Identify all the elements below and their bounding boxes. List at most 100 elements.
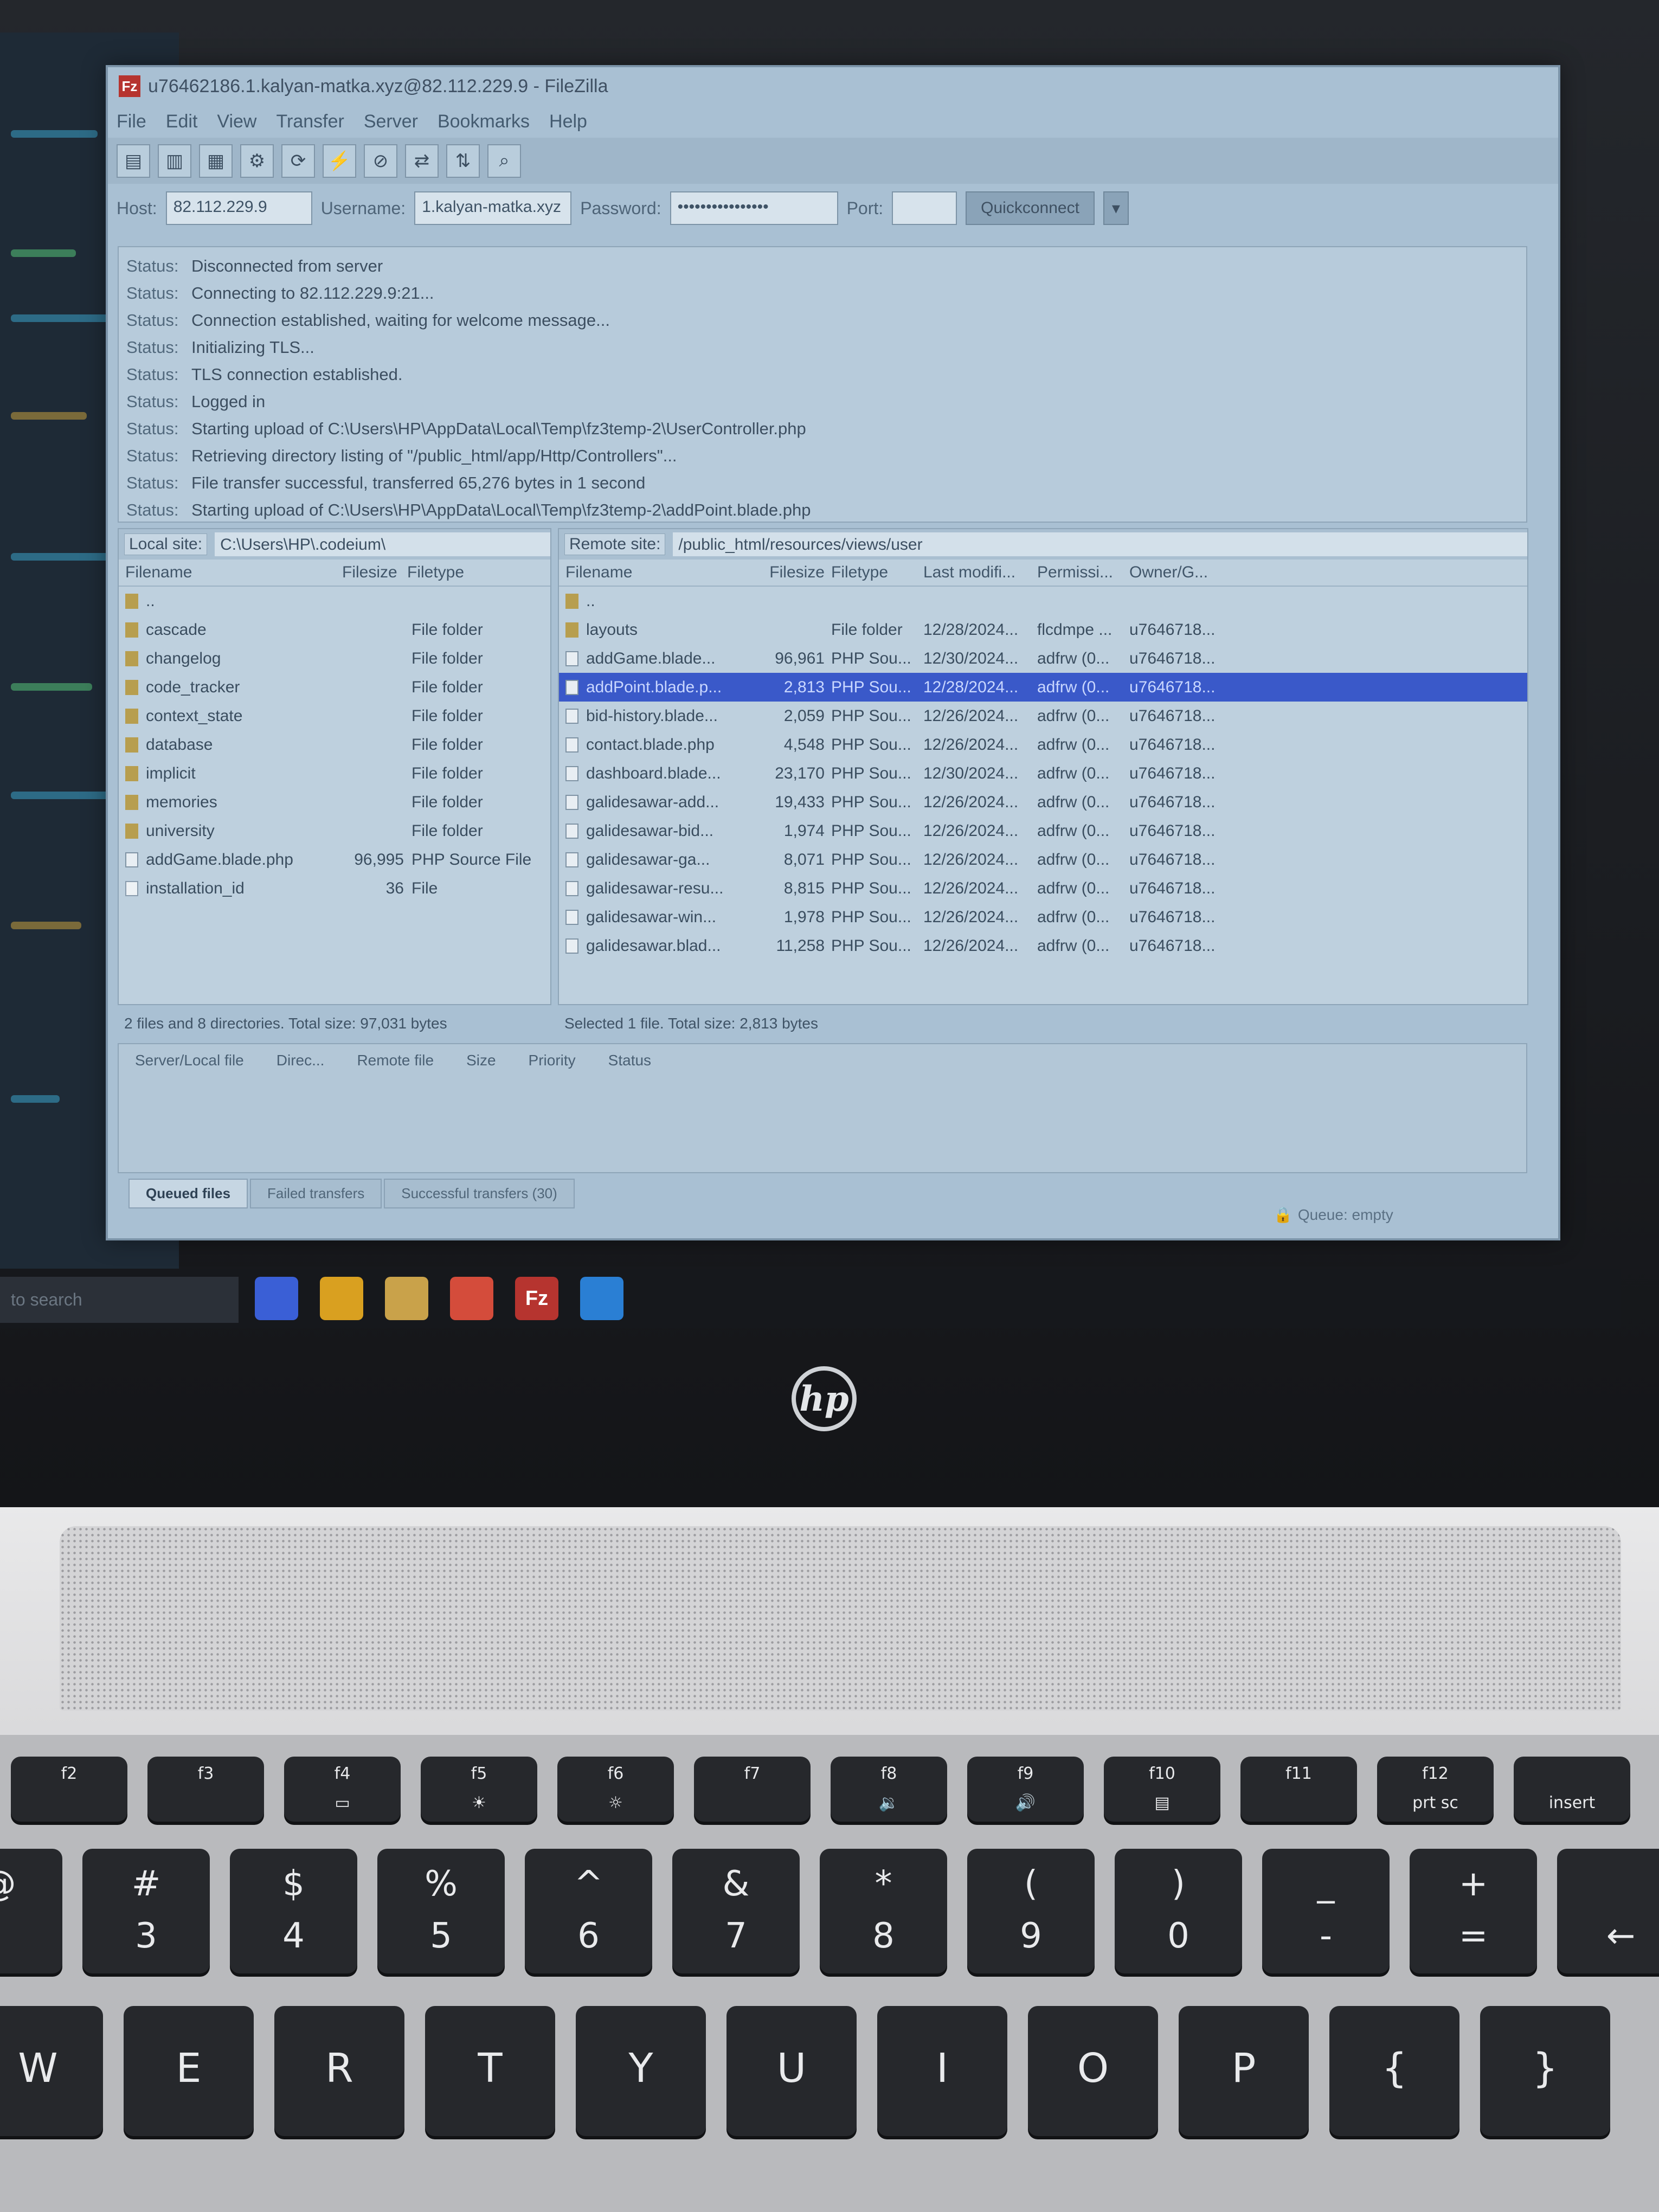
queue-col-header[interactable]: Server/Local file xyxy=(135,1052,244,1069)
remote-col-owner[interactable]: Owner/G... xyxy=(1129,563,1221,582)
fn-key[interactable]: f6 ☼ xyxy=(557,1757,674,1822)
remote-file-row[interactable]: galidesawar.blad... 11,258 PHP Sou... 12/26… xyxy=(559,931,1527,960)
letter-key[interactable]: Y xyxy=(576,2006,706,2136)
number-key[interactable]: (9 xyxy=(967,1849,1095,1973)
letter-key[interactable]: } xyxy=(1480,2006,1610,2136)
letter-key[interactable]: U xyxy=(726,2006,857,2136)
local-col-filetype[interactable]: Filetype xyxy=(407,563,537,582)
letter-key[interactable]: O xyxy=(1028,2006,1158,2136)
letter-key[interactable]: I xyxy=(877,2006,1007,2136)
local-file-row[interactable]: cascade File folder xyxy=(119,615,550,644)
fn-key[interactable]: f8 🔉 xyxy=(831,1757,947,1822)
number-key[interactable]: _ - xyxy=(1262,1849,1390,1973)
remote-file-row[interactable]: dashboard.blade... 23,170 PHP Sou... 12/30/… xyxy=(559,759,1527,788)
letter-key[interactable]: R xyxy=(274,2006,404,2136)
menu-view[interactable]: View xyxy=(217,111,256,132)
chrome-icon[interactable] xyxy=(320,1277,363,1320)
local-file-row[interactable]: university File folder xyxy=(119,816,550,845)
queue-col-header[interactable]: Priority xyxy=(529,1052,576,1069)
local-file-row[interactable]: .. xyxy=(119,587,550,615)
letter-key[interactable]: { xyxy=(1329,2006,1459,2136)
number-key[interactable]: $4 xyxy=(230,1849,357,1973)
fn-key[interactable]: f3 xyxy=(147,1757,264,1822)
remote-file-row[interactable]: layouts File folder 12/28/2024... flcdmpe .… xyxy=(559,615,1527,644)
number-key[interactable]: #3 xyxy=(82,1849,210,1973)
remote-file-row[interactable]: galidesawar-add... 19,433 PHP Sou... 12/26/… xyxy=(559,788,1527,816)
disconnect-icon[interactable]: ⟳ xyxy=(281,144,315,178)
vscode-icon[interactable] xyxy=(580,1277,623,1320)
filter-icon[interactable]: ⊘ xyxy=(364,144,397,178)
menu-server[interactable]: Server xyxy=(364,111,418,132)
menu-transfer[interactable]: Transfer xyxy=(276,111,344,132)
local-file-row[interactable]: memories File folder xyxy=(119,788,550,816)
port-input[interactable] xyxy=(892,191,957,225)
fn-key[interactable]: f2 xyxy=(11,1757,127,1822)
number-key[interactable]: ^ 6 xyxy=(525,1849,652,1973)
menu-file[interactable]: File xyxy=(117,111,146,132)
host-input[interactable]: 82.112.229.9 xyxy=(165,191,312,225)
queue-col-header[interactable]: Remote file xyxy=(357,1052,434,1069)
local-path-input[interactable]: C:\Users\HP\.codeium\ xyxy=(215,532,550,556)
chrome-profile-icon[interactable] xyxy=(450,1277,493,1320)
queue-tab[interactable]: Queued files xyxy=(128,1179,248,1208)
remote-file-row[interactable]: galidesawar-ga... 8,071 PHP Sou... 12/26/20… xyxy=(559,845,1527,874)
sync-browse-icon[interactable]: ⇅ xyxy=(446,144,480,178)
remote-file-row[interactable]: galidesawar-bid... 1,974 PHP Sou... 12/26/2… xyxy=(559,816,1527,845)
search-icon[interactable]: ⌕ xyxy=(487,144,521,178)
menu-bookmarks[interactable]: Bookmarks xyxy=(438,111,530,132)
fn-key[interactable]: f12 prt sc xyxy=(1377,1757,1494,1822)
fn-key[interactable]: insert xyxy=(1514,1757,1630,1822)
quickconnect-dropdown-icon[interactable]: ▾ xyxy=(1103,191,1129,225)
letter-key[interactable]: E xyxy=(124,2006,254,2136)
remote-path-input[interactable]: /public_html/resources/views/user xyxy=(673,532,1527,556)
remote-file-row[interactable]: galidesawar-resu... 8,815 PHP Sou... 12/26/… xyxy=(559,874,1527,903)
fn-key[interactable]: f4 ▭ xyxy=(284,1757,401,1822)
remote-file-row[interactable]: addGame.blade... 96,961 PHP Sou... 12/30/20… xyxy=(559,644,1527,673)
letter-key[interactable]: W xyxy=(0,2006,103,2136)
queue-col-header[interactable]: Size xyxy=(466,1052,496,1069)
site-manager-icon[interactable]: ▤ xyxy=(117,144,150,178)
queue-col-header[interactable]: Status xyxy=(608,1052,651,1069)
local-file-row[interactable]: context_state File folder xyxy=(119,702,550,730)
filezilla-icon[interactable]: Fz xyxy=(515,1277,558,1320)
taskbar-search[interactable]: to search xyxy=(0,1277,239,1323)
fn-key[interactable]: f9 🔊 xyxy=(967,1757,1084,1822)
local-file-row[interactable]: changelog File folder xyxy=(119,644,550,673)
local-col-filesize[interactable]: Filesize xyxy=(342,563,407,582)
queue-col-header[interactable]: Direc... xyxy=(276,1052,325,1069)
number-key[interactable]: % 5 xyxy=(377,1849,505,1973)
process-queue-icon[interactable]: ▦ xyxy=(199,144,233,178)
remote-file-row[interactable]: bid-history.blade... 2,059 PHP Sou... 12/26… xyxy=(559,702,1527,730)
remote-col-modified[interactable]: Last modifi... xyxy=(923,563,1037,582)
remote-file-row[interactable]: addPoint.blade.p... 2,813 PHP Sou... 12/28/… xyxy=(559,673,1527,702)
refresh-icon[interactable]: ▥ xyxy=(158,144,191,178)
fn-key[interactable]: f10 ▤ xyxy=(1104,1757,1220,1822)
remote-file-row[interactable]: galidesawar-win... 1,978 PHP Sou... 12/26/2… xyxy=(559,903,1527,931)
local-file-row[interactable]: addGame.blade.php 96,995 PHP Source File xyxy=(119,845,550,874)
number-key[interactable]: & 7 xyxy=(672,1849,800,1973)
number-key[interactable]: ) 0 xyxy=(1115,1849,1242,1973)
queue-tab[interactable]: Successful transfers (30) xyxy=(384,1179,575,1208)
cancel-icon[interactable]: ⚙ xyxy=(240,144,274,178)
remote-file-row[interactable]: .. xyxy=(559,587,1527,615)
fn-key[interactable]: f5 ☀ xyxy=(421,1757,537,1822)
remote-col-filename[interactable]: Filename xyxy=(565,563,761,582)
local-col-filename[interactable]: Filename xyxy=(125,563,342,582)
menu-help[interactable]: Help xyxy=(549,111,587,132)
letter-key[interactable]: T xyxy=(425,2006,555,2136)
fn-key[interactable]: f11 xyxy=(1240,1757,1357,1822)
remote-col-permissions[interactable]: Permissi... xyxy=(1037,563,1129,582)
number-key[interactable]: * 8 xyxy=(820,1849,947,1973)
local-file-row[interactable]: database File folder xyxy=(119,730,550,759)
number-key[interactable]: + = xyxy=(1410,1849,1537,1973)
fn-key[interactable]: f7 xyxy=(694,1757,811,1822)
message-log[interactable]: Status: Disconnected from server Status: Co… xyxy=(118,246,1527,523)
firefox-icon[interactable] xyxy=(255,1277,298,1320)
remote-col-filetype[interactable]: Filetype xyxy=(831,563,923,582)
remote-col-filesize[interactable]: Filesize xyxy=(761,563,831,582)
compare-icon[interactable]: ⇄ xyxy=(405,144,439,178)
password-input[interactable]: •••••••••••••••• xyxy=(670,191,838,225)
letter-key[interactable]: P xyxy=(1179,2006,1309,2136)
remote-file-row[interactable]: contact.blade.php 4,548 PHP Sou... 12/26/20… xyxy=(559,730,1527,759)
number-key[interactable]: @ xyxy=(0,1849,62,1973)
